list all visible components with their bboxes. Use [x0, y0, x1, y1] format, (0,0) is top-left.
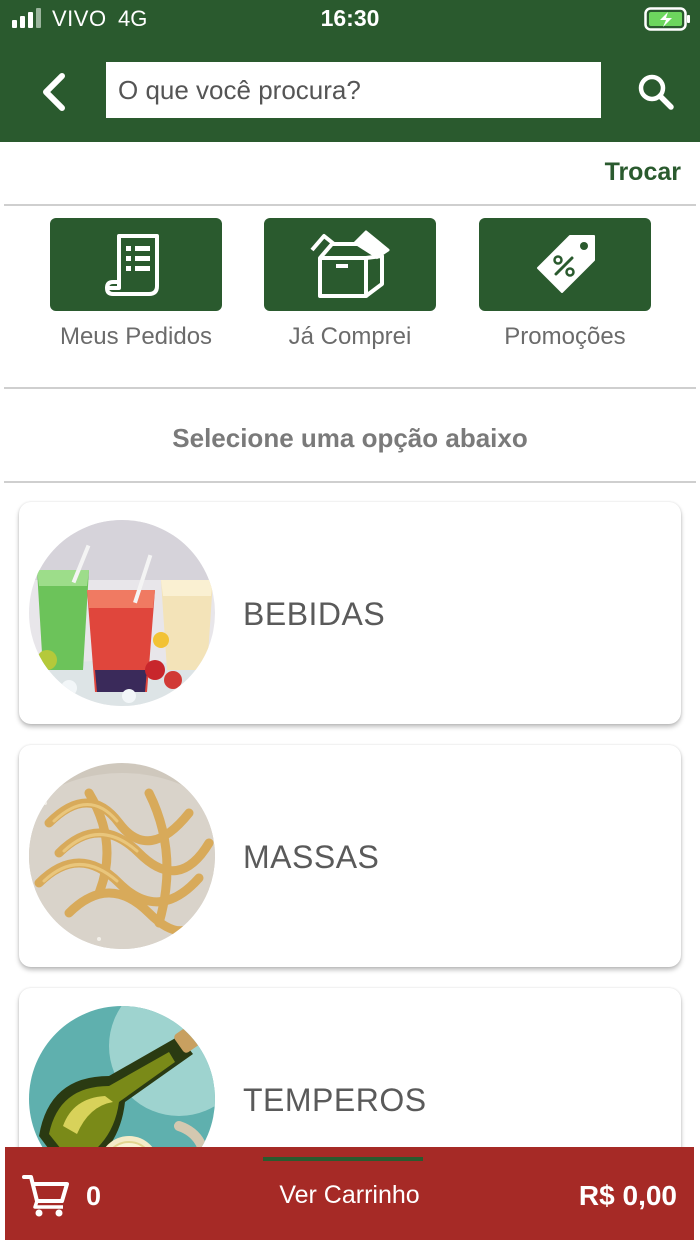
- category-name: BEBIDAS: [243, 596, 386, 632]
- status-bar: VIVO 4G 16:30: [0, 0, 700, 40]
- battery-charging-icon: [644, 7, 690, 31]
- category-name: TEMPEROS: [243, 1082, 427, 1118]
- view-cart-bar[interactable]: 0 Ver Carrinho R$ 0,00: [5, 1147, 694, 1240]
- category-card-massas[interactable]: MASSAS: [19, 745, 681, 967]
- my-orders-tile: [50, 218, 222, 311]
- promotions-button[interactable]: Promoções: [479, 218, 651, 351]
- open-box-icon: [310, 230, 390, 298]
- divider: [4, 387, 696, 389]
- cart-total: R$ 0,00: [578, 1180, 677, 1211]
- my-orders-button[interactable]: Meus Pedidos: [50, 218, 222, 351]
- chevron-left-icon: [43, 73, 65, 111]
- top-bar: VIVO 4G 16:30: [0, 0, 700, 142]
- status-time: 16:30: [320, 5, 380, 31]
- search-icon: [638, 74, 674, 110]
- divider: [4, 204, 696, 206]
- back-button[interactable]: [30, 66, 78, 118]
- change-store-link[interactable]: Trocar: [605, 158, 681, 187]
- already-bought-button[interactable]: Já Comprei: [264, 218, 436, 351]
- drag-handle: [263, 1157, 423, 1161]
- shortcut-label: Meus Pedidos: [59, 323, 213, 350]
- search-button[interactable]: [628, 66, 684, 118]
- search-input[interactable]: [106, 62, 601, 118]
- divider: [4, 481, 696, 483]
- pasta-image: [29, 763, 215, 949]
- promotions-tile: [479, 218, 651, 311]
- discount-tag-icon: [537, 234, 595, 293]
- section-title: Selecione uma opção abaixo: [172, 423, 528, 453]
- category-card-bebidas[interactable]: BEBIDAS: [19, 502, 681, 724]
- receipt-icon: [105, 233, 159, 296]
- shortcut-label: Já Comprei: [288, 323, 412, 350]
- shortcut-label: Promoções: [504, 323, 626, 350]
- category-name: MASSAS: [243, 839, 380, 875]
- already-bought-tile: [264, 218, 436, 311]
- drinks-image: [29, 520, 215, 706]
